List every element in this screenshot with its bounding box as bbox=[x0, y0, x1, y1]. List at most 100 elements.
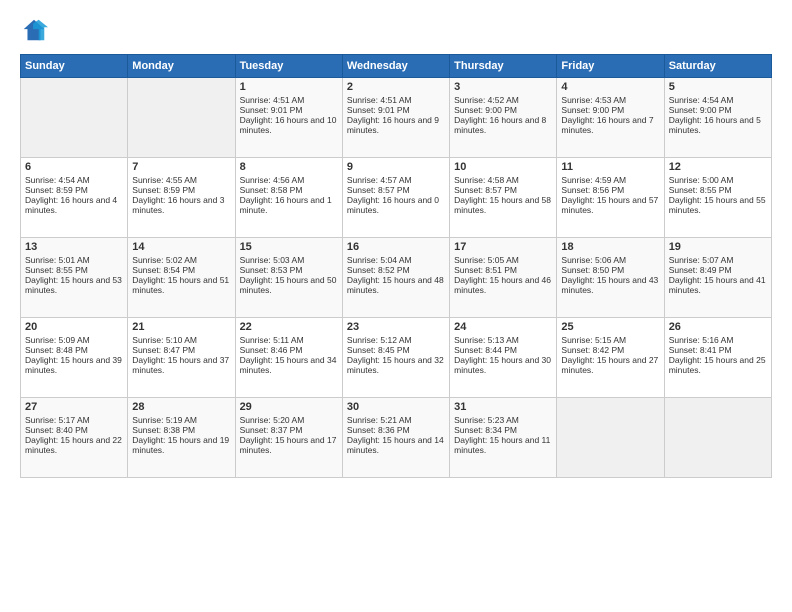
sunset-text: Sunset: 8:49 PM bbox=[669, 265, 767, 275]
sunrise-text: Sunrise: 4:51 AM bbox=[347, 95, 445, 105]
calendar-cell: 24Sunrise: 5:13 AMSunset: 8:44 PMDayligh… bbox=[450, 318, 557, 398]
sunrise-text: Sunrise: 4:55 AM bbox=[132, 175, 230, 185]
calendar-cell: 27Sunrise: 5:17 AMSunset: 8:40 PMDayligh… bbox=[21, 398, 128, 478]
day-number: 25 bbox=[561, 321, 659, 333]
day-number: 28 bbox=[132, 401, 230, 413]
sunset-text: Sunset: 8:48 PM bbox=[25, 345, 123, 355]
day-number: 1 bbox=[240, 81, 338, 93]
sunrise-text: Sunrise: 5:11 AM bbox=[240, 335, 338, 345]
calendar-cell: 2Sunrise: 4:51 AMSunset: 9:01 PMDaylight… bbox=[342, 78, 449, 158]
header bbox=[20, 16, 772, 44]
daylight-text: Daylight: 15 hours and 55 minutes. bbox=[669, 195, 767, 215]
day-number: 20 bbox=[25, 321, 123, 333]
logo bbox=[20, 16, 52, 44]
sunrise-text: Sunrise: 5:17 AM bbox=[25, 415, 123, 425]
calendar-cell: 19Sunrise: 5:07 AMSunset: 8:49 PMDayligh… bbox=[664, 238, 771, 318]
calendar-cell bbox=[21, 78, 128, 158]
sunrise-text: Sunrise: 5:19 AM bbox=[132, 415, 230, 425]
sunrise-text: Sunrise: 5:03 AM bbox=[240, 255, 338, 265]
daylight-text: Daylight: 15 hours and 51 minutes. bbox=[132, 275, 230, 295]
calendar-week-1: 1 Sunrise: 4:51 AMSunset: 9:01 PM Daylight… bbox=[21, 78, 772, 158]
daylight-text: Daylight: 16 hours and 10 minutes. bbox=[240, 115, 338, 135]
day-number: 27 bbox=[25, 401, 123, 413]
calendar-cell: 17Sunrise: 5:05 AMSunset: 8:51 PMDayligh… bbox=[450, 238, 557, 318]
calendar-cell: 28Sunrise: 5:19 AMSunset: 8:38 PMDayligh… bbox=[128, 398, 235, 478]
sunset-text: Sunset: 8:59 PM bbox=[132, 185, 230, 195]
day-number: 15 bbox=[240, 241, 338, 253]
daylight-text: Daylight: 15 hours and 53 minutes. bbox=[25, 275, 123, 295]
sunrise-text: Sunrise: 5:00 AM bbox=[669, 175, 767, 185]
day-number: 6 bbox=[25, 161, 123, 173]
sunrise-text: Sunrise: 5:09 AM bbox=[25, 335, 123, 345]
sunset-text: Sunset: 9:00 PM bbox=[454, 105, 552, 115]
sunset-text: Sunset: 8:44 PM bbox=[454, 345, 552, 355]
calendar-cell: 11Sunrise: 4:59 AMSunset: 8:56 PMDayligh… bbox=[557, 158, 664, 238]
sunset-text: Sunset: 8:40 PM bbox=[25, 425, 123, 435]
calendar-cell bbox=[557, 398, 664, 478]
calendar-table: SundayMondayTuesdayWednesdayThursdayFrid… bbox=[20, 54, 772, 478]
sunset-text: Sunset: 8:54 PM bbox=[132, 265, 230, 275]
sunset-text: Sunset: 8:37 PM bbox=[240, 425, 338, 435]
calendar-cell: 9Sunrise: 4:57 AMSunset: 8:57 PMDaylight… bbox=[342, 158, 449, 238]
daylight-text: Daylight: 15 hours and 41 minutes. bbox=[669, 275, 767, 295]
sunrise-text: Sunrise: 5:01 AM bbox=[25, 255, 123, 265]
calendar-cell: 29Sunrise: 5:20 AMSunset: 8:37 PMDayligh… bbox=[235, 398, 342, 478]
daylight-text: Daylight: 16 hours and 0 minutes. bbox=[347, 195, 445, 215]
sunset-text: Sunset: 8:50 PM bbox=[561, 265, 659, 275]
calendar-cell: 22Sunrise: 5:11 AMSunset: 8:46 PMDayligh… bbox=[235, 318, 342, 398]
sunset-text: Sunset: 8:56 PM bbox=[561, 185, 659, 195]
day-number: 14 bbox=[132, 241, 230, 253]
day-number: 23 bbox=[347, 321, 445, 333]
sunset-text: Sunset: 8:58 PM bbox=[240, 185, 338, 195]
calendar-week-2: 6Sunrise: 4:54 AMSunset: 8:59 PMDaylight… bbox=[21, 158, 772, 238]
daylight-text: Daylight: 15 hours and 34 minutes. bbox=[240, 355, 338, 375]
sunset-text: Sunset: 8:36 PM bbox=[347, 425, 445, 435]
daylight-text: Daylight: 16 hours and 3 minutes. bbox=[132, 195, 230, 215]
sunset-text: Sunset: 8:53 PM bbox=[240, 265, 338, 275]
day-number: 13 bbox=[25, 241, 123, 253]
calendar-week-5: 27Sunrise: 5:17 AMSunset: 8:40 PMDayligh… bbox=[21, 398, 772, 478]
calendar-cell: 15 Sunrise: 5:03 AMSunset: 8:53 PMDayligh… bbox=[235, 238, 342, 318]
calendar-cell: 16Sunrise: 5:04 AMSunset: 8:52 PMDayligh… bbox=[342, 238, 449, 318]
daylight-text: Daylight: 16 hours and 7 minutes. bbox=[561, 115, 659, 135]
sunset-text: Sunset: 9:01 PM bbox=[347, 105, 445, 115]
calendar-header-friday: Friday bbox=[557, 55, 664, 78]
calendar-cell: 21Sunrise: 5:10 AMSunset: 8:47 PMDayligh… bbox=[128, 318, 235, 398]
daylight-text: Daylight: 15 hours and 50 minutes. bbox=[240, 275, 338, 295]
sunset-text: Sunset: 8:51 PM bbox=[454, 265, 552, 275]
day-number: 10 bbox=[454, 161, 552, 173]
sunrise-text: Sunrise: 5:15 AM bbox=[561, 335, 659, 345]
daylight-text: Daylight: 15 hours and 46 minutes. bbox=[454, 275, 552, 295]
sunrise-text: Sunrise: 5:13 AM bbox=[454, 335, 552, 345]
sunrise-text: Sunrise: 5:07 AM bbox=[669, 255, 767, 265]
daylight-text: Daylight: 15 hours and 57 minutes. bbox=[561, 195, 659, 215]
calendar-cell: 4Sunrise: 4:53 AMSunset: 9:00 PMDaylight… bbox=[557, 78, 664, 158]
calendar-cell: 7 Sunrise: 4:55 AMSunset: 8:59 PMDaylight… bbox=[128, 158, 235, 238]
sunset-text: Sunset: 8:38 PM bbox=[132, 425, 230, 435]
calendar-cell: 10Sunrise: 4:58 AMSunset: 8:57 PMDayligh… bbox=[450, 158, 557, 238]
daylight-text: Daylight: 16 hours and 1 minute. bbox=[240, 195, 338, 215]
sunrise-text: Sunrise: 4:59 AM bbox=[561, 175, 659, 185]
sunrise-text: Sunrise: 4:54 AM bbox=[25, 175, 123, 185]
logo-icon bbox=[20, 16, 48, 44]
calendar-cell: 8Sunrise: 4:56 AMSunset: 8:58 PMDaylight… bbox=[235, 158, 342, 238]
daylight-text: Daylight: 15 hours and 32 minutes. bbox=[347, 355, 445, 375]
sunrise-text: Sunrise: 5:12 AM bbox=[347, 335, 445, 345]
calendar-cell: 30Sunrise: 5:21 AMSunset: 8:36 PMDayligh… bbox=[342, 398, 449, 478]
sunset-text: Sunset: 8:57 PM bbox=[454, 185, 552, 195]
sunrise-text: Sunrise: 5:05 AM bbox=[454, 255, 552, 265]
sunset-text: Sunset: 8:46 PM bbox=[240, 345, 338, 355]
daylight-text: Daylight: 15 hours and 43 minutes. bbox=[561, 275, 659, 295]
calendar-cell: 14Sunrise: 5:02 AMSunset: 8:54 PMDayligh… bbox=[128, 238, 235, 318]
sunrise-text: Sunrise: 5:06 AM bbox=[561, 255, 659, 265]
calendar-cell: 25Sunrise: 5:15 AMSunset: 8:42 PMDayligh… bbox=[557, 318, 664, 398]
day-number: 7 bbox=[132, 161, 230, 173]
sunset-text: Sunset: 9:00 PM bbox=[669, 105, 767, 115]
daylight-text: Daylight: 15 hours and 30 minutes. bbox=[454, 355, 552, 375]
daylight-text: Daylight: 15 hours and 37 minutes. bbox=[132, 355, 230, 375]
calendar-cell: 5Sunrise: 4:54 AMSunset: 9:00 PMDaylight… bbox=[664, 78, 771, 158]
sunset-text: Sunset: 8:34 PM bbox=[454, 425, 552, 435]
day-number: 26 bbox=[669, 321, 767, 333]
sunrise-text: Sunrise: 5:04 AM bbox=[347, 255, 445, 265]
sunset-text: Sunset: 8:55 PM bbox=[25, 265, 123, 275]
